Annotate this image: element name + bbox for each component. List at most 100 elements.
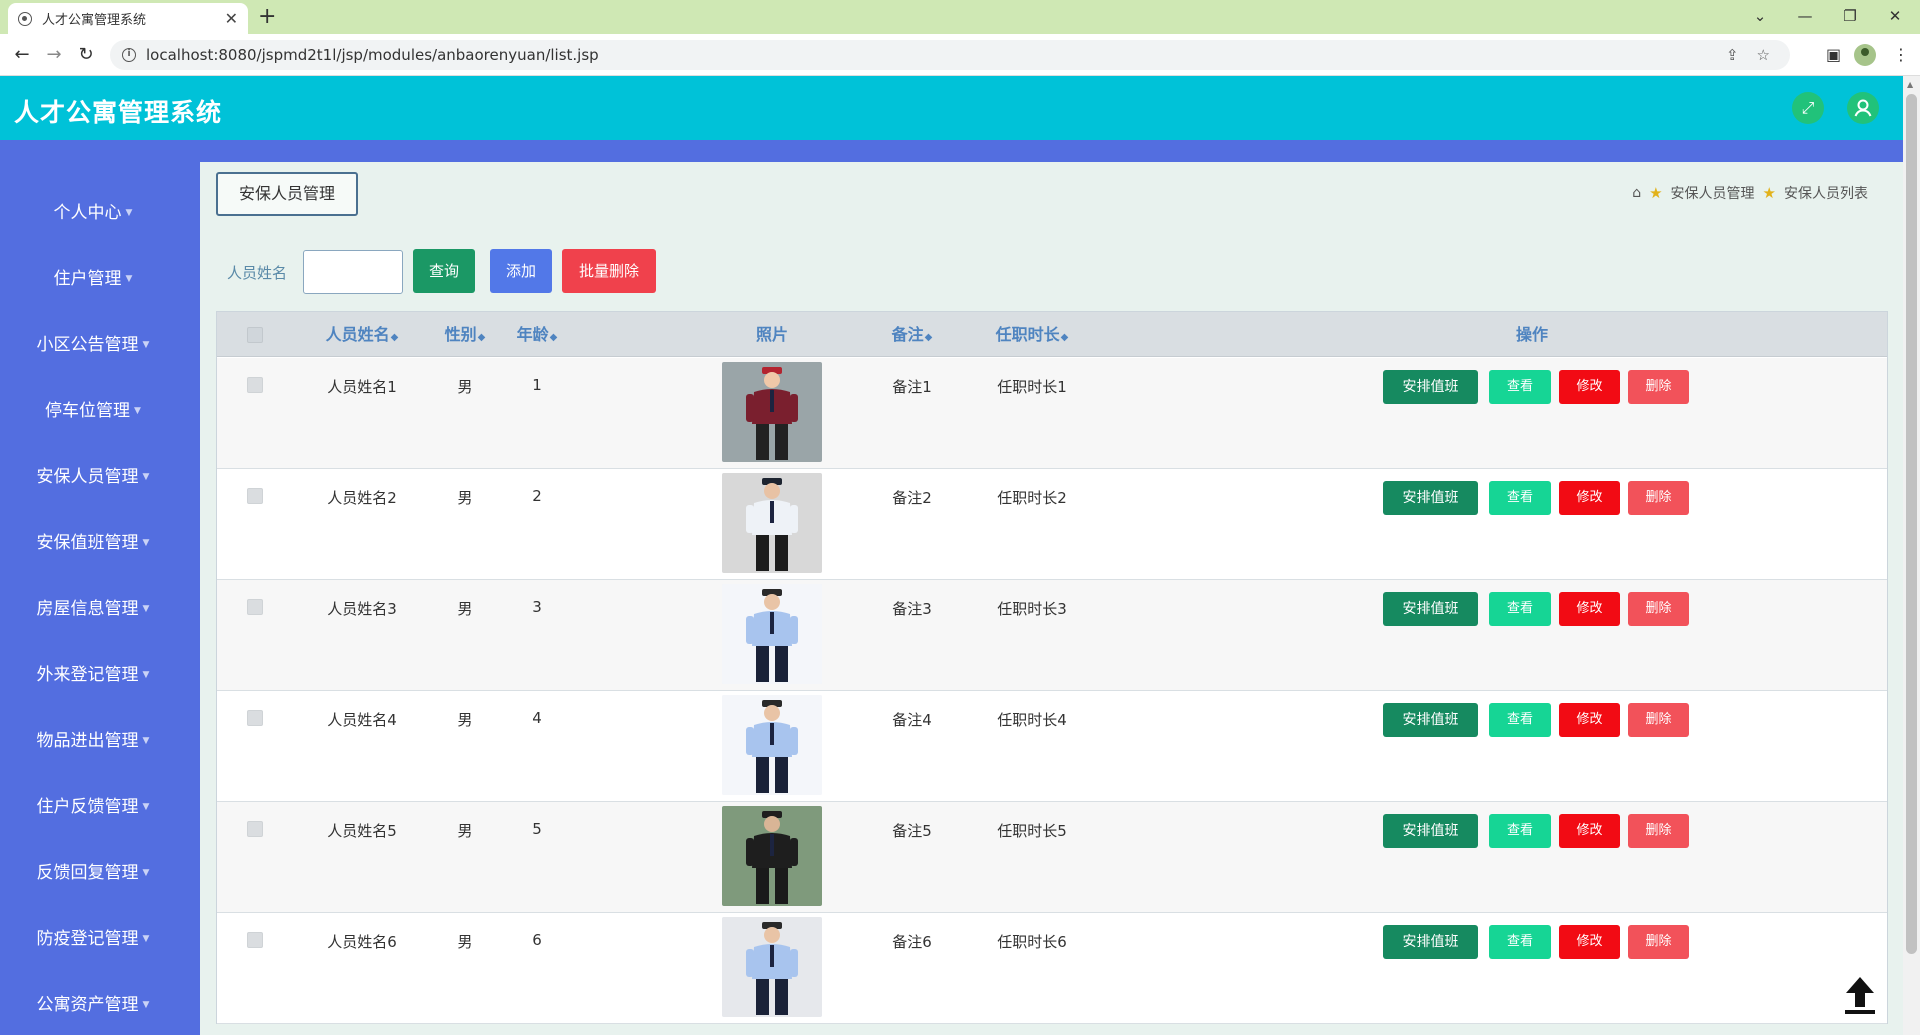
staff-photo — [722, 473, 822, 573]
row-checkbox[interactable] — [247, 821, 263, 837]
browser-toolbar: ← → ↻ i localhost:8080/jspmd2t1l/jsp/mod… — [0, 34, 1920, 76]
edit-button[interactable]: 修改 — [1559, 814, 1620, 848]
column-header-gender[interactable]: 性别◆ — [425, 312, 505, 357]
view-button[interactable]: 查看 — [1489, 370, 1551, 404]
caret-down-icon: ▼ — [142, 340, 150, 350]
sidebar-item-assets[interactable]: 公寓资产管理 ▼ — [0, 990, 186, 1015]
schedule-duty-button[interactable]: 安排值班 — [1383, 814, 1478, 848]
batch-delete-button[interactable]: 批量删除 — [562, 249, 656, 293]
caret-down-icon: ▼ — [142, 868, 150, 878]
new-tab-button[interactable]: + — [258, 5, 276, 29]
column-header-actions: 操作 — [1515, 325, 1548, 344]
cell-tenure: 任职时长6 — [997, 933, 1067, 951]
reload-icon[interactable]: ↻ — [74, 43, 98, 67]
schedule-duty-button[interactable]: 安排值班 — [1383, 592, 1478, 626]
staff-photo — [722, 695, 822, 795]
browser-tab[interactable]: 人才公寓管理系统 ✕ — [8, 3, 248, 34]
row-checkbox[interactable] — [247, 710, 263, 726]
row-checkbox[interactable] — [247, 932, 263, 948]
edit-button[interactable]: 修改 — [1559, 925, 1620, 959]
sidebar-item-parking[interactable]: 停车位管理 ▼ — [0, 396, 186, 421]
address-bar[interactable]: i localhost:8080/jspmd2t1l/jsp/modules/a… — [110, 40, 1790, 70]
select-all-checkbox[interactable] — [247, 327, 263, 343]
cell-name: 人员姓名4 — [327, 711, 397, 729]
schedule-duty-button[interactable]: 安排值班 — [1383, 703, 1478, 737]
fullscreen-icon[interactable]: ⤢ — [1792, 92, 1824, 124]
delete-button[interactable]: 删除 — [1628, 370, 1689, 404]
caret-down-icon: ▼ — [142, 604, 150, 614]
scrollbar-thumb[interactable] — [1906, 94, 1917, 954]
sort-icon: ◆ — [390, 332, 399, 343]
delete-button[interactable]: 删除 — [1628, 925, 1689, 959]
sidebar-item-label: 安保人员管理 — [36, 467, 139, 487]
sort-icon: ◆ — [1060, 332, 1069, 343]
delete-button[interactable]: 删除 — [1628, 814, 1689, 848]
sidebar-item-personal-center[interactable]: 个人中心 ▼ — [0, 198, 186, 223]
query-button[interactable]: 查询 — [413, 249, 475, 293]
row-checkbox[interactable] — [247, 377, 263, 393]
back-arrow-icon[interactable]: ← — [10, 43, 34, 67]
column-header-name[interactable]: 人员姓名◆ — [307, 312, 417, 357]
column-header-age[interactable]: 年龄◆ — [497, 312, 577, 357]
sidebar-item-replies[interactable]: 反馈回复管理 ▼ — [0, 858, 186, 883]
table-row: 人员姓名3 男 3 备注3 任职时长3 安排值班 查看 修改 删除 — [217, 580, 1887, 691]
column-header-tenure[interactable]: 任职时长◆ — [977, 312, 1087, 357]
restore-button[interactable]: ❐ — [1830, 4, 1870, 28]
sidebar-item-housing[interactable]: 房屋信息管理 ▼ — [0, 594, 186, 619]
profile-avatar-icon[interactable] — [1854, 44, 1876, 66]
add-button[interactable]: 添加 — [490, 249, 552, 293]
delete-button[interactable]: 删除 — [1628, 703, 1689, 737]
schedule-duty-button[interactable]: 安排值班 — [1383, 370, 1478, 404]
edit-button[interactable]: 修改 — [1559, 481, 1620, 515]
sidebar-item-residents[interactable]: 住户管理 ▼ — [0, 264, 186, 289]
sidebar-item-label: 防疫登记管理 — [36, 929, 139, 949]
sidebar-item-label: 小区公告管理 — [36, 335, 139, 355]
name-search-input[interactable] — [303, 250, 403, 294]
side-panel-icon[interactable]: ▣ — [1826, 43, 1841, 67]
sidebar-item-label: 公寓资产管理 — [36, 995, 139, 1015]
sidebar-item-notices[interactable]: 小区公告管理 ▼ — [0, 330, 186, 355]
sidebar-item-security-duty[interactable]: 安保值班管理 ▼ — [0, 528, 186, 553]
page-scrollbar[interactable]: ▲ — [1903, 76, 1920, 1035]
cell-name: 人员姓名5 — [327, 822, 397, 840]
cell-gender: 男 — [457, 378, 473, 396]
close-window-button[interactable]: ✕ — [1875, 4, 1915, 28]
sidebar-item-epidemic[interactable]: 防疫登记管理 ▼ — [0, 924, 186, 949]
bookmark-star-icon[interactable]: ☆ — [1757, 46, 1770, 64]
schedule-duty-button[interactable]: 安排值班 — [1383, 481, 1478, 515]
scroll-up-icon[interactable]: ▲ — [1907, 80, 1913, 89]
view-button[interactable]: 查看 — [1489, 814, 1551, 848]
caret-down-icon: ▼ — [134, 406, 141, 416]
view-button[interactable]: 查看 — [1489, 592, 1551, 626]
edit-button[interactable]: 修改 — [1559, 592, 1620, 626]
home-icon[interactable]: ⌂ — [1632, 185, 1641, 201]
browser-menu-icon[interactable]: ⋮ — [1893, 43, 1909, 67]
cell-name: 人员姓名3 — [327, 600, 397, 618]
forward-arrow-icon[interactable]: → — [42, 43, 66, 67]
column-header-remark[interactable]: 备注◆ — [857, 312, 967, 357]
share-icon[interactable]: ⇪ — [1726, 46, 1739, 64]
caret-down-icon: ▼ — [142, 934, 150, 944]
tab-close-icon[interactable]: ✕ — [225, 9, 238, 28]
delete-button[interactable]: 删除 — [1628, 592, 1689, 626]
sidebar-item-goods[interactable]: 物品进出管理 ▼ — [0, 726, 186, 751]
view-button[interactable]: 查看 — [1489, 703, 1551, 737]
back-to-top-icon[interactable] — [1843, 975, 1877, 1015]
user-icon[interactable] — [1847, 92, 1879, 124]
edit-button[interactable]: 修改 — [1559, 703, 1620, 737]
sidebar-item-feedback[interactable]: 住户反馈管理 ▼ — [0, 792, 186, 817]
view-button[interactable]: 查看 — [1489, 481, 1551, 515]
schedule-duty-button[interactable]: 安排值班 — [1383, 925, 1478, 959]
edit-button[interactable]: 修改 — [1559, 370, 1620, 404]
delete-button[interactable]: 删除 — [1628, 481, 1689, 515]
site-info-icon[interactable]: i — [122, 48, 136, 62]
row-checkbox[interactable] — [247, 599, 263, 615]
view-button[interactable]: 查看 — [1489, 925, 1551, 959]
tab-search-icon[interactable]: ⌄ — [1740, 4, 1780, 28]
minimize-button[interactable]: — — [1785, 4, 1825, 28]
star-icon: ★ — [1762, 184, 1776, 202]
breadcrumb-level1[interactable]: 安保人员管理 — [1671, 183, 1755, 203]
sidebar-item-visitors[interactable]: 外来登记管理 ▼ — [0, 660, 186, 685]
sidebar-item-security-staff[interactable]: 安保人员管理 ▼ — [0, 462, 186, 487]
row-checkbox[interactable] — [247, 488, 263, 504]
